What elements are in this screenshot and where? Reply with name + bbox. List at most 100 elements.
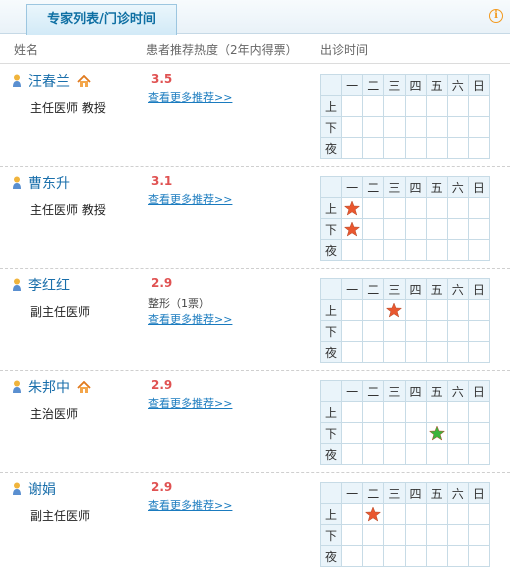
top-bar: 专家列表/门诊时间 i <box>0 0 510 35</box>
schedule-day-header: 日 <box>467 176 491 198</box>
schedule-cell <box>467 197 491 219</box>
schedule-period-label: 上 <box>319 95 343 117</box>
schedule-cell <box>446 299 469 321</box>
schedule-day-header: 二 <box>362 176 385 198</box>
doctor-name[interactable]: 朱邦中 <box>28 377 70 397</box>
star-icon <box>365 506 382 522</box>
more-recommendations-link[interactable]: 查看更多推荐>> <box>148 395 232 411</box>
schedule-table: 一二三四五六日上下夜 <box>319 74 491 159</box>
doctor-title: 副主任医师 <box>30 509 91 523</box>
home-icon[interactable] <box>77 381 91 394</box>
vote-count: 整形（1票） <box>148 297 210 310</box>
info-circle-icon[interactable]: i <box>489 9 503 23</box>
more-recommendations-link[interactable]: 查看更多推荐>> <box>148 191 232 207</box>
doctor-title: 副主任医师 <box>30 305 91 319</box>
doctor-name[interactable]: 谢娟 <box>28 479 56 499</box>
schedule-period-label: 夜 <box>319 137 343 159</box>
doctor-title: 主任医师 教授 <box>30 101 106 115</box>
doctor-row: 李红红 副主任医师 2.9 整形（1票） 查看更多推荐>> 一二三四五六日上下夜 <box>0 270 510 371</box>
schedule-cell <box>341 197 364 219</box>
schedule-cell <box>446 239 469 261</box>
schedule-cell <box>362 95 385 117</box>
schedule-cell <box>383 422 406 444</box>
schedule-cell <box>425 218 448 240</box>
schedule-cell <box>425 422 448 444</box>
more-recommendations-link[interactable]: 查看更多推荐>> <box>148 89 232 105</box>
schedule-day-header: 一 <box>341 74 364 96</box>
more-recommendations-link[interactable]: 查看更多推荐>> <box>148 497 232 513</box>
schedule-period-label: 夜 <box>319 545 343 567</box>
schedule-cell <box>383 299 406 321</box>
schedule-period-label: 夜 <box>319 443 343 465</box>
schedule-period-row: 上 <box>319 401 491 423</box>
schedule-period-row: 上 <box>319 299 491 321</box>
schedule-day-header: 四 <box>404 74 427 96</box>
schedule-cell <box>446 524 469 546</box>
schedule-corner <box>319 278 343 300</box>
schedule-cell <box>362 401 385 423</box>
schedule-header-row: 一二三四五六日 <box>319 278 491 300</box>
schedule-corner <box>319 380 343 402</box>
tab-expert-list[interactable]: 专家列表/门诊时间 <box>26 4 177 35</box>
schedule-cell <box>404 95 427 117</box>
star-icon <box>344 221 361 237</box>
schedule-table: 一二三四五六日上下夜 <box>319 380 491 465</box>
doctor-title: 主治医师 <box>30 407 79 421</box>
doctor-name[interactable]: 曹东升 <box>28 173 70 193</box>
schedule-cell <box>446 401 469 423</box>
schedule-day-header: 一 <box>341 380 364 402</box>
schedule-cell <box>446 320 469 342</box>
schedule-cell <box>341 239 364 261</box>
doctor-name[interactable]: 李红红 <box>28 275 70 295</box>
schedule-day-header: 四 <box>404 176 427 198</box>
schedule-cell <box>383 341 406 363</box>
more-recommendations-link[interactable]: 查看更多推荐>> <box>148 311 232 327</box>
doctor-person-icon <box>13 380 21 393</box>
schedule-cell <box>362 239 385 261</box>
schedule-day-header: 四 <box>404 278 427 300</box>
schedule-cell <box>446 341 469 363</box>
schedule-cell <box>425 116 448 138</box>
schedule-period-row: 夜 <box>319 443 491 465</box>
schedule-period-row: 下 <box>319 116 491 138</box>
schedule-cell <box>383 320 406 342</box>
schedule-cell <box>467 545 491 567</box>
schedule-day-header: 四 <box>404 482 427 504</box>
schedule-cell <box>425 95 448 117</box>
schedule-period-label: 下 <box>319 422 343 444</box>
schedule-cell <box>404 422 427 444</box>
schedule-cell <box>425 137 448 159</box>
doctor-person-icon <box>13 482 21 495</box>
schedule-cell <box>341 320 364 342</box>
schedule-day-header: 日 <box>467 380 491 402</box>
schedule-cell <box>341 218 364 240</box>
schedule-day-header: 二 <box>362 482 385 504</box>
schedule-cell <box>362 443 385 465</box>
doctor-person-icon <box>13 74 21 87</box>
schedule-cell <box>404 239 427 261</box>
schedule-cell <box>404 503 427 525</box>
schedule-period-row: 下 <box>319 218 491 240</box>
schedule-cell <box>467 401 491 423</box>
schedule-cell <box>362 503 385 525</box>
schedule-corner <box>319 74 343 96</box>
star-icon <box>428 425 445 441</box>
doctor-name[interactable]: 汪春兰 <box>28 71 70 91</box>
schedule-day-header: 三 <box>383 74 406 96</box>
schedule-cell <box>467 95 491 117</box>
schedule-cell <box>362 197 385 219</box>
schedule-cell <box>425 503 448 525</box>
schedule-cell <box>425 401 448 423</box>
schedule-day-header: 日 <box>467 74 491 96</box>
schedule-cell <box>341 137 364 159</box>
schedule-day-header: 日 <box>467 482 491 504</box>
schedule-period-label: 上 <box>319 503 343 525</box>
schedule-period-label: 上 <box>319 299 343 321</box>
home-icon[interactable] <box>77 75 91 88</box>
schedule-day-header: 六 <box>446 482 469 504</box>
star-icon <box>344 200 361 216</box>
schedule-cell <box>425 299 448 321</box>
schedule-cell <box>362 422 385 444</box>
schedule-table: 一二三四五六日上下夜 <box>319 278 491 363</box>
schedule-cell <box>404 401 427 423</box>
